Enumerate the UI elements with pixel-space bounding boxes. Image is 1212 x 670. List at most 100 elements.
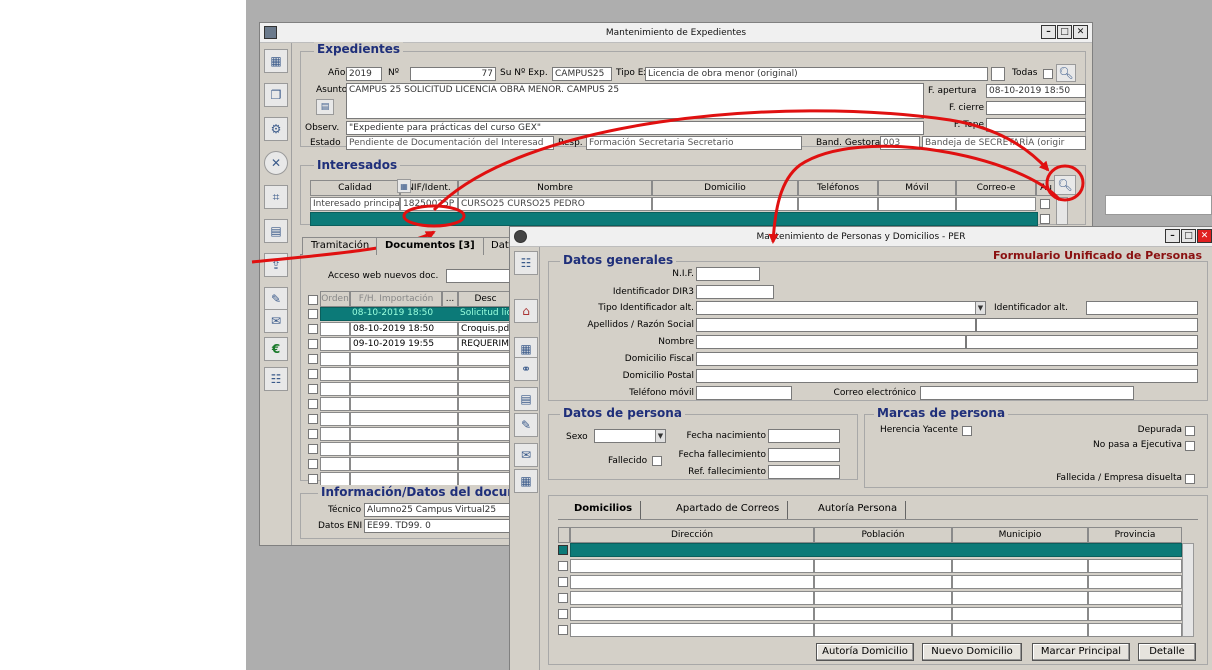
domicilio-cell[interactable]	[814, 607, 952, 621]
dom-col-1[interactable]: Población	[814, 527, 952, 543]
export-icon[interactable]: ⇪	[264, 253, 288, 277]
doc-row-fecha[interactable]	[350, 442, 458, 456]
interesados-col-6[interactable]: Correo-e	[956, 180, 1036, 196]
eni-input[interactable]: EE99. TD99. 0	[364, 519, 512, 533]
mail-icon[interactable]: ✉	[264, 309, 288, 333]
band-gestora-desc[interactable]: Bandeja de SECRETARÍA (origir	[922, 136, 1086, 150]
domicilio-selected-row[interactable]	[570, 543, 1182, 557]
acceso-web-input[interactable]	[446, 269, 512, 283]
dom-col-2[interactable]: Municipio	[952, 527, 1088, 543]
domicilio-row-checkbox[interactable]	[558, 593, 568, 603]
doc-row-orden[interactable]	[320, 472, 350, 486]
doc-row-desc[interactable]	[458, 352, 512, 366]
mail-check-icon[interactable]: ✉	[514, 443, 538, 467]
ref-fallecimiento-input[interactable]	[768, 465, 840, 479]
domicilio-row-checkbox[interactable]	[558, 577, 568, 587]
domicilios-scrollbar[interactable]	[1182, 543, 1194, 637]
fecha-fallecimiento-input[interactable]	[768, 448, 840, 462]
doc-row-orden[interactable]	[320, 412, 350, 426]
todas-checkbox[interactable]	[1043, 69, 1053, 79]
herencia-yacente-checkbox[interactable]	[962, 426, 972, 436]
doc-row-desc[interactable]	[458, 382, 512, 396]
people-link-icon[interactable]: ⚭	[514, 357, 538, 381]
close-circle-icon[interactable]: ✕	[264, 151, 288, 175]
estado-input[interactable]: Pendiente de Documentación del Interesad	[346, 136, 554, 150]
doc-row-orden[interactable]	[320, 397, 350, 411]
tab-domicilios[interactable]: Domicilios	[566, 501, 642, 519]
docs-col-more[interactable]: ...	[442, 291, 458, 307]
interesado-nif[interactable]: 18250025P	[400, 197, 458, 211]
edit-doc-icon[interactable]: ✎	[514, 413, 538, 437]
interesados-col-2[interactable]: Nombre	[458, 180, 652, 196]
nif-input[interactable]	[696, 267, 760, 281]
interesado-telefonos[interactable]	[798, 197, 878, 211]
interesados-col-5[interactable]: Móvil	[878, 180, 956, 196]
doc-row-fecha[interactable]	[350, 367, 458, 381]
doc-row-desc[interactable]	[458, 472, 512, 486]
doc-row-desc[interactable]	[458, 427, 512, 441]
marcar-principal-button[interactable]: Marcar Principal	[1032, 643, 1130, 661]
dir3-input[interactable]	[696, 285, 774, 299]
tree-icon[interactable]: ⚙	[264, 117, 288, 141]
domicilio-cell[interactable]	[952, 559, 1088, 573]
doc-row-checkbox[interactable]	[308, 354, 318, 364]
apellidos-input-2[interactable]	[976, 318, 1198, 332]
interesado-selected-row[interactable]	[310, 212, 1038, 226]
domicilio-cell[interactable]	[570, 559, 814, 573]
doc-row-orden[interactable]	[320, 337, 350, 351]
calendar-icon[interactable]: ▤	[264, 219, 288, 243]
sexo-select[interactable]: ▼	[594, 429, 666, 443]
domicilio-cell[interactable]	[952, 623, 1088, 637]
identificador-alt-input[interactable]	[1086, 301, 1198, 315]
tab-autoria-persona[interactable]: Autoría Persona	[810, 501, 907, 519]
house-icon[interactable]: ⌂	[514, 299, 538, 323]
apellidos-input-1[interactable]	[696, 318, 976, 332]
doc-row-checkbox[interactable]	[308, 339, 318, 349]
asunto-edit-icon[interactable]: ▤	[316, 99, 334, 115]
anio-input[interactable]: 2019	[346, 67, 382, 81]
personas-close-button[interactable]: ✕	[1197, 229, 1212, 243]
doc-row-desc[interactable]	[458, 367, 512, 381]
tipo-exp-input[interactable]: Licencia de obra menor (original)	[645, 67, 988, 81]
interesados-col-7[interactable]: Au	[1036, 180, 1056, 196]
interesados-col-3[interactable]: Domicilio	[652, 180, 798, 196]
doc-row-fecha[interactable]	[350, 472, 458, 486]
folder-icon[interactable]: ⌗	[264, 185, 288, 209]
list-icon[interactable]: ▤	[514, 387, 538, 411]
correo-input[interactable]	[920, 386, 1134, 400]
interesado-au-checkbox[interactable]	[1040, 199, 1050, 209]
doc-row-checkbox[interactable]	[308, 444, 318, 454]
tab-tramitacion[interactable]: Tramitación	[302, 237, 379, 255]
doc-row-desc[interactable]	[458, 457, 512, 471]
docs-col-fh[interactable]: F/H. Importación	[350, 291, 442, 307]
domicilio-cell[interactable]	[814, 623, 952, 637]
personas-maximize-button[interactable]: □	[1181, 229, 1196, 243]
doc-row-desc[interactable]: Croquis.pdf	[458, 322, 512, 336]
fallecida-checkbox[interactable]	[1185, 474, 1195, 484]
docs-col-desc[interactable]: Desc	[458, 291, 512, 307]
domicilio-cell[interactable]	[1088, 623, 1182, 637]
docs-col-orden[interactable]: Orden	[320, 291, 350, 307]
doc-row-desc[interactable]	[458, 442, 512, 456]
doc-row-desc[interactable]	[458, 412, 512, 426]
doc-row-orden[interactable]	[320, 457, 350, 471]
doc-row-checkbox[interactable]	[308, 369, 318, 379]
doc-row-fecha[interactable]	[350, 397, 458, 411]
doc-row-checkbox[interactable]	[308, 384, 318, 394]
doc-row-checkbox[interactable]	[308, 324, 318, 334]
dom-col-3[interactable]: Provincia	[1088, 527, 1182, 543]
doc-row-fecha[interactable]: 09-10-2019 19:55	[350, 337, 458, 351]
domicilio-row-checkbox[interactable]	[558, 609, 568, 619]
domicilio-cell[interactable]	[814, 591, 952, 605]
personas-minimize-button[interactable]: –	[1165, 229, 1180, 243]
domicilio-postal-input[interactable]	[696, 369, 1198, 383]
autoria-domicilio-button[interactable]: Autoría Domicilio	[816, 643, 914, 661]
doc-row-orden[interactable]	[320, 382, 350, 396]
docs-header-checkbox[interactable]	[308, 295, 318, 305]
domicilio-row-checkbox[interactable]	[558, 561, 568, 571]
doc-row-fecha[interactable]: 08-10-2019 18:50	[350, 322, 458, 336]
tree-view-icon[interactable]: ☷	[514, 251, 538, 275]
doc-row-checkbox[interactable]	[308, 309, 318, 319]
domicilio-cell[interactable]	[570, 575, 814, 589]
interesados-col-4[interactable]: Teléfonos	[798, 180, 878, 196]
